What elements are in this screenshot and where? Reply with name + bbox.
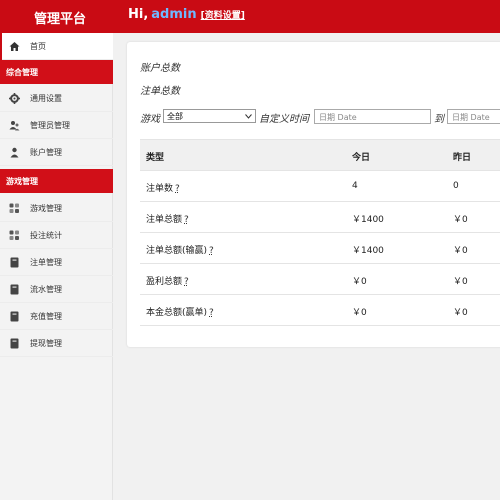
order-total-label: 注单总数 [140, 86, 180, 97]
sidebar-item-label: 游戏管理 [30, 204, 62, 213]
row-type-cell: 注单数? [146, 181, 180, 194]
game-filter-label: 游戏 [140, 114, 160, 125]
today-value: ￥1400 [352, 215, 384, 225]
sidebar-item-recharge-management[interactable]: 充值管理 [0, 303, 113, 330]
help-tooltip-trigger[interactable]: ? [184, 215, 189, 225]
help-tooltip-trigger[interactable]: ? [209, 308, 214, 318]
user-icon [9, 147, 20, 158]
today-value: ￥0 [352, 308, 367, 318]
gear-icon [9, 93, 20, 104]
app-title: 管理平台 [34, 12, 87, 27]
profile-settings-link[interactable]: [资料设置] [201, 11, 245, 21]
sidebar-item-label: 通用设置 [30, 94, 62, 103]
today-value: 4 [352, 181, 358, 191]
yesterday-value: ￥0 [453, 246, 468, 256]
help-tooltip-trigger[interactable]: ? [184, 277, 189, 287]
column-header-today: 今日 [352, 153, 371, 163]
home-icon [9, 41, 20, 52]
custom-time-label: 自定义时间 [259, 114, 309, 125]
sidebar-item-flow-management[interactable]: 流水管理 [0, 276, 113, 303]
greeting-text: Hi, [128, 7, 149, 22]
row-type-label: 注单总额(输赢) [146, 246, 208, 256]
users-icon [9, 120, 20, 131]
yesterday-value: ￥0 [453, 308, 468, 318]
column-header-type: 类型 [146, 153, 165, 163]
sidebar-group-game[interactable]: 游戏管理 [0, 169, 113, 193]
row-type-label: 盈利总额 [146, 277, 183, 287]
row-type-cell: 注单总额? [146, 212, 189, 225]
sidebar-item-label: 充值管理 [30, 312, 62, 321]
help-tooltip-trigger[interactable]: ? [175, 184, 180, 194]
table-row: 注单总额(输赢)? ￥1400 ￥0 [140, 233, 500, 264]
sidebar-item-label: 提现管理 [30, 339, 62, 348]
to-label: 到 [434, 114, 444, 125]
grid-icon [9, 203, 20, 214]
greeting: Hi, admin [资料设置] [128, 7, 245, 22]
sidebar-item-account-management[interactable]: 账户管理 [0, 139, 113, 166]
sidebar: 首页 综合管理 通用设置 管理员管理 账户管理 游戏管理 游戏管理 投注统计 注… [0, 33, 113, 500]
book-icon [9, 257, 20, 268]
help-tooltip-trigger[interactable]: ? [209, 246, 214, 256]
row-type-cell: 注单总额(输赢)? [146, 243, 214, 256]
sidebar-item-withdraw-management[interactable]: 提现管理 [0, 330, 113, 357]
sidebar-item-label: 管理员管理 [30, 121, 70, 130]
sidebar-group-label: 游戏管理 [6, 177, 38, 186]
chevron-down-icon [245, 114, 252, 119]
book-icon [9, 284, 20, 295]
sidebar-item-label: 投注统计 [30, 231, 62, 240]
game-select[interactable]: 全部 [163, 109, 256, 123]
sidebar-item-label: 首页 [30, 42, 46, 51]
sidebar-item-bet-statistics[interactable]: 投注统计 [0, 222, 113, 249]
sidebar-group-general[interactable]: 综合管理 [0, 60, 113, 84]
username-link[interactable]: admin [151, 7, 196, 22]
column-header-yesterday: 昨日 [453, 153, 472, 163]
row-type-label: 注单总额 [146, 215, 183, 225]
account-total-label: 账户总数 [140, 63, 180, 74]
sidebar-item-game-management[interactable]: 游戏管理 [0, 195, 113, 222]
book-icon [9, 338, 20, 349]
table-row: 本金总额(赢单)? ￥0 ￥0 [140, 295, 500, 326]
today-value: ￥0 [352, 277, 367, 287]
row-type-label: 注单数 [146, 184, 174, 194]
row-type-label: 本金总额(赢单) [146, 308, 208, 318]
top-bar: 管理平台 Hi, admin [资料设置] [0, 0, 500, 33]
end-date-input[interactable]: 日期 Date [447, 109, 500, 124]
sidebar-item-admin-management[interactable]: 管理员管理 [0, 112, 113, 139]
table-row: 盈利总额? ￥0 ￥0 [140, 264, 500, 295]
sidebar-item-label: 账户管理 [30, 148, 62, 157]
game-select-value: 全部 [167, 112, 183, 121]
stats-table: 类型 今日 昨日 注单数? 4 0 注单总额? ￥1400 ￥0 注单总额(输赢… [140, 139, 500, 326]
row-type-cell: 本金总额(赢单)? [146, 305, 214, 318]
sidebar-item-home[interactable]: 首页 [0, 33, 113, 60]
row-type-cell: 盈利总额? [146, 274, 189, 287]
end-date-placeholder: 日期 Date [452, 113, 490, 122]
start-date-input[interactable]: 日期 Date [314, 109, 431, 124]
book-icon [9, 311, 20, 322]
yesterday-value: 0 [453, 181, 459, 191]
yesterday-value: ￥0 [453, 215, 468, 225]
table-row: 注单数? 4 0 [140, 171, 500, 202]
yesterday-value: ￥0 [453, 277, 468, 287]
stats-panel: 账户总数 注单总数 游戏 全部 自定义时间 日期 Date 到 日期 Date … [127, 42, 500, 347]
start-date-placeholder: 日期 Date [319, 113, 357, 122]
grid-icon [9, 230, 20, 241]
table-row: 注单总额? ￥1400 ￥0 [140, 202, 500, 233]
sidebar-item-order-management[interactable]: 注单管理 [0, 249, 113, 276]
main-content: 账户总数 注单总数 游戏 全部 自定义时间 日期 Date 到 日期 Date … [113, 33, 500, 500]
sidebar-item-label: 流水管理 [30, 285, 62, 294]
sidebar-group-label: 综合管理 [6, 68, 38, 77]
table-header-row: 类型 今日 昨日 [140, 140, 500, 171]
sidebar-item-general-settings[interactable]: 通用设置 [0, 85, 113, 112]
sidebar-item-label: 注单管理 [30, 258, 62, 267]
today-value: ￥1400 [352, 246, 384, 256]
